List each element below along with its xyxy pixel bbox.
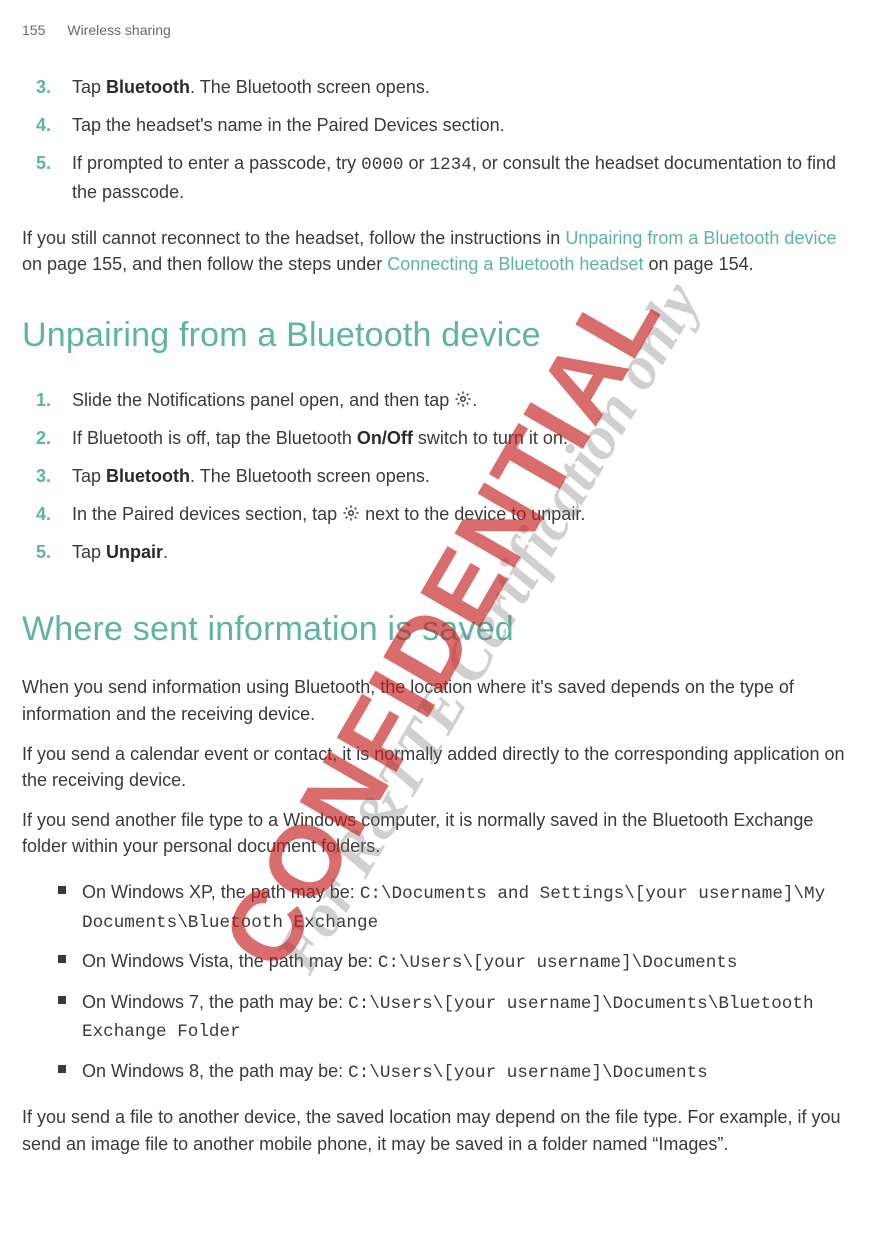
step-number: 4. [36, 112, 58, 138]
list-item: 1. Slide the Notifications panel open, a… [22, 381, 861, 419]
step-text: Tap Bluetooth. The Bluetooth screen open… [72, 74, 430, 100]
text: . The Bluetooth screen opens. [190, 77, 430, 97]
gear-icon [454, 389, 472, 407]
paths-list: On Windows XP, the path may be: C:\Docum… [22, 873, 861, 1092]
list-item: 4. Tap the headset's name in the Paired … [22, 106, 861, 144]
step-text: If Bluetooth is off, tap the Bluetooth O… [72, 425, 568, 451]
list-item: 5. Tap Unpair. [22, 533, 861, 571]
saved-intro: When you send information using Bluetoot… [22, 674, 861, 726]
text: on page 154. [643, 254, 753, 274]
list-item: 3. Tap Bluetooth. The Bluetooth screen o… [22, 457, 861, 495]
step-number: 3. [36, 74, 58, 100]
reconnect-steps: 3. Tap Bluetooth. The Bluetooth screen o… [22, 68, 861, 211]
text: . [472, 390, 477, 410]
list-item: On Windows 7, the path may be: C:\Users\… [22, 983, 861, 1052]
step-number: 5. [36, 150, 58, 205]
step-text: Tap Bluetooth. The Bluetooth screen open… [72, 463, 430, 489]
text-bold: Bluetooth [106, 77, 190, 97]
text-bold: On/Off [357, 428, 413, 448]
step-text: Tap Unpair. [72, 539, 168, 565]
path-text: On Windows 8, the path may be: C:\Users\… [82, 1058, 708, 1087]
text: Tap [72, 77, 106, 97]
page-header: 155 Wireless sharing [22, 20, 861, 40]
step-number: 3. [36, 463, 58, 489]
saved-p3: If you send another file type to a Windo… [22, 807, 861, 859]
link-connecting-headset[interactable]: Connecting a Bluetooth headset [387, 254, 643, 274]
text: . [163, 542, 168, 562]
step-text: If prompted to enter a passcode, try 000… [72, 150, 861, 205]
step-number: 2. [36, 425, 58, 451]
square-bullet-icon [58, 955, 68, 965]
step-number: 5. [36, 539, 58, 565]
step-number: 1. [36, 387, 58, 413]
text-bold: Unpair [106, 542, 163, 562]
path-text: On Windows 7, the path may be: C:\Users\… [82, 989, 861, 1046]
heading-where-saved: Where sent information is saved [22, 605, 861, 654]
list-item: 2. If Bluetooth is off, tap the Bluetoot… [22, 419, 861, 457]
code: C:\Users\[your username]\Documents [348, 1063, 708, 1083]
text: switch to turn it on. [413, 428, 568, 448]
text: or [403, 153, 429, 173]
step-number: 4. [36, 501, 58, 527]
list-item: On Windows XP, the path may be: C:\Docum… [22, 873, 861, 942]
step-text: In the Paired devices section, tap next … [72, 501, 585, 527]
text: Slide the Notifications panel open, and … [72, 390, 454, 410]
text-bold: Bluetooth [106, 466, 190, 486]
square-bullet-icon [58, 996, 68, 1006]
text: If Bluetooth is off, tap the Bluetooth [72, 428, 357, 448]
text: On Windows 8, the path may be: [82, 1061, 348, 1081]
list-item: 5. If prompted to enter a passcode, try … [22, 144, 861, 211]
page-number: 155 [22, 20, 45, 40]
saved-last: If you send a file to another device, th… [22, 1104, 861, 1156]
text: Tap [72, 466, 106, 486]
text: On Windows Vista, the path may be: [82, 951, 378, 971]
text: On Windows 7, the path may be: [82, 992, 348, 1012]
reconnect-fail-paragraph: If you still cannot reconnect to the hea… [22, 225, 861, 277]
text: On Windows XP, the path may be: [82, 882, 360, 902]
text: on page 155, and then follow the steps u… [22, 254, 387, 274]
text: If prompted to enter a passcode, try [72, 153, 361, 173]
code: 1234 [429, 155, 471, 175]
list-item: 3. Tap Bluetooth. The Bluetooth screen o… [22, 68, 861, 106]
step-text: Tap the headset's name in the Paired Dev… [72, 112, 505, 138]
link-unpairing[interactable]: Unpairing from a Bluetooth device [565, 228, 836, 248]
path-text: On Windows Vista, the path may be: C:\Us… [82, 948, 737, 977]
gear-icon [342, 503, 360, 521]
list-item: On Windows Vista, the path may be: C:\Us… [22, 942, 861, 983]
square-bullet-icon [58, 1065, 68, 1075]
unpair-steps: 1. Slide the Notifications panel open, a… [22, 381, 861, 571]
code: C:\Users\[your username]\Documents [378, 953, 738, 973]
list-item: On Windows 8, the path may be: C:\Users\… [22, 1052, 861, 1093]
saved-p2: If you send a calendar event or contact,… [22, 741, 861, 793]
text: . The Bluetooth screen opens. [190, 466, 430, 486]
path-text: On Windows XP, the path may be: C:\Docum… [82, 879, 861, 936]
heading-unpairing: Unpairing from a Bluetooth device [22, 311, 861, 360]
step-text: Slide the Notifications panel open, and … [72, 387, 477, 413]
text: In the Paired devices section, tap [72, 504, 342, 524]
header-section: Wireless sharing [67, 20, 170, 40]
page: For R&TTE Certification only CONFIDENTIA… [0, 0, 883, 1252]
text: next to the device to unpair. [360, 504, 585, 524]
square-bullet-icon [58, 886, 68, 896]
text: If you still cannot reconnect to the hea… [22, 228, 565, 248]
text: Tap [72, 542, 106, 562]
code: 0000 [361, 155, 403, 175]
list-item: 4. In the Paired devices section, tap ne… [22, 495, 861, 533]
